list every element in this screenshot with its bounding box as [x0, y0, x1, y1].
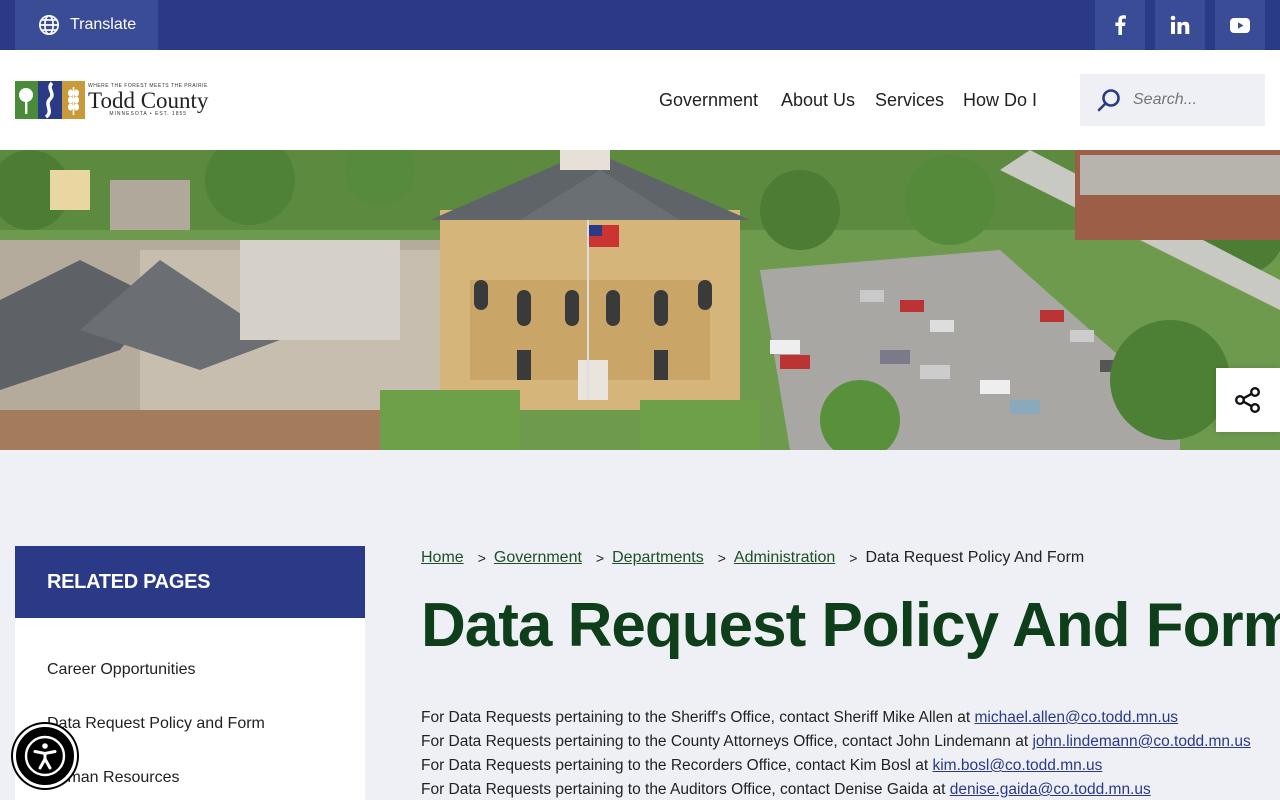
youtube-icon — [1230, 17, 1250, 33]
email-link[interactable]: kim.bosl@co.todd.mn.us — [932, 757, 1102, 774]
breadcrumb-separator: > — [595, 550, 605, 566]
nav-services[interactable]: Services — [875, 90, 944, 111]
breadcrumb-separator: > — [717, 550, 726, 566]
site-header: WHERE THE FOREST MEETS THE PRAIRIE Todd … — [0, 50, 1280, 150]
share-icon — [1235, 387, 1261, 414]
translate-button[interactable]: Translate — [15, 0, 158, 50]
todd-county-logo[interactable]: WHERE THE FOREST MEETS THE PRAIRIE Todd … — [15, 80, 220, 120]
breadcrumb-administration[interactable]: Administration — [734, 549, 835, 567]
page-title: Data Request Policy And Form — [421, 591, 1280, 660]
breadcrumb-departments[interactable]: Departments — [612, 549, 704, 567]
breadcrumb-current: Data Request Policy And Form — [865, 549, 1085, 566]
search-icon[interactable] — [1096, 87, 1122, 113]
email-link[interactable]: michael.allen@co.todd.mn.us — [975, 709, 1179, 726]
breadcrumb-separator: > — [849, 550, 858, 566]
translate-label: Translate — [70, 16, 137, 33]
nav-about-us[interactable]: About Us — [781, 90, 855, 111]
contact-line: For Data Requests pertaining to the Reco… — [421, 757, 1103, 774]
contact-line: For Data Requests pertaining to the Sher… — [421, 709, 1179, 726]
email-link[interactable]: denise.gaida@co.todd.mn.us — [950, 781, 1151, 798]
breadcrumb-home[interactable]: Home — [421, 549, 464, 567]
share-button[interactable] — [1216, 368, 1280, 432]
sidebar-item-data-request[interactable]: Data Request Policy and Form — [47, 715, 265, 733]
linkedin-link[interactable] — [1155, 0, 1205, 50]
contact-line: For Data Requests pertaining to the Coun… — [421, 733, 1251, 750]
breadcrumb: Home > Government > Departments > Admini… — [421, 549, 1084, 567]
youtube-link[interactable] — [1215, 0, 1265, 50]
nav-how-do-i[interactable]: How Do I — [963, 90, 1037, 111]
contact-line: For Data Requests pertaining to the Audi… — [421, 781, 1151, 798]
linkedin-icon — [1170, 15, 1190, 34]
breadcrumb-separator: > — [477, 550, 486, 566]
breadcrumb-government[interactable]: Government — [494, 549, 582, 567]
search-box — [1080, 74, 1265, 126]
search-input[interactable] — [1133, 91, 1253, 109]
logo-emblem — [15, 81, 85, 119]
logo-subline: MINNESOTA • EST. 1855 — [109, 110, 188, 117]
facebook-link[interactable] — [1095, 0, 1145, 50]
accessibility-button[interactable] — [13, 724, 77, 788]
sidebar-item-career-opportunities[interactable]: Career Opportunities — [47, 661, 196, 679]
accessibility-icon — [24, 735, 66, 777]
facebook-icon — [1115, 15, 1126, 35]
hero-image — [0, 150, 1280, 450]
top-bar: Translate — [0, 0, 1280, 50]
logo-name: Todd County — [88, 87, 209, 113]
globe-icon — [39, 15, 59, 35]
email-link[interactable]: john.lindemann@co.todd.mn.us — [1032, 733, 1250, 750]
related-pages-heading: RELATED PAGES — [15, 546, 365, 618]
nav-government[interactable]: Government — [659, 90, 758, 111]
data-request-contacts: For Data Requests pertaining to the Sher… — [421, 706, 1251, 800]
